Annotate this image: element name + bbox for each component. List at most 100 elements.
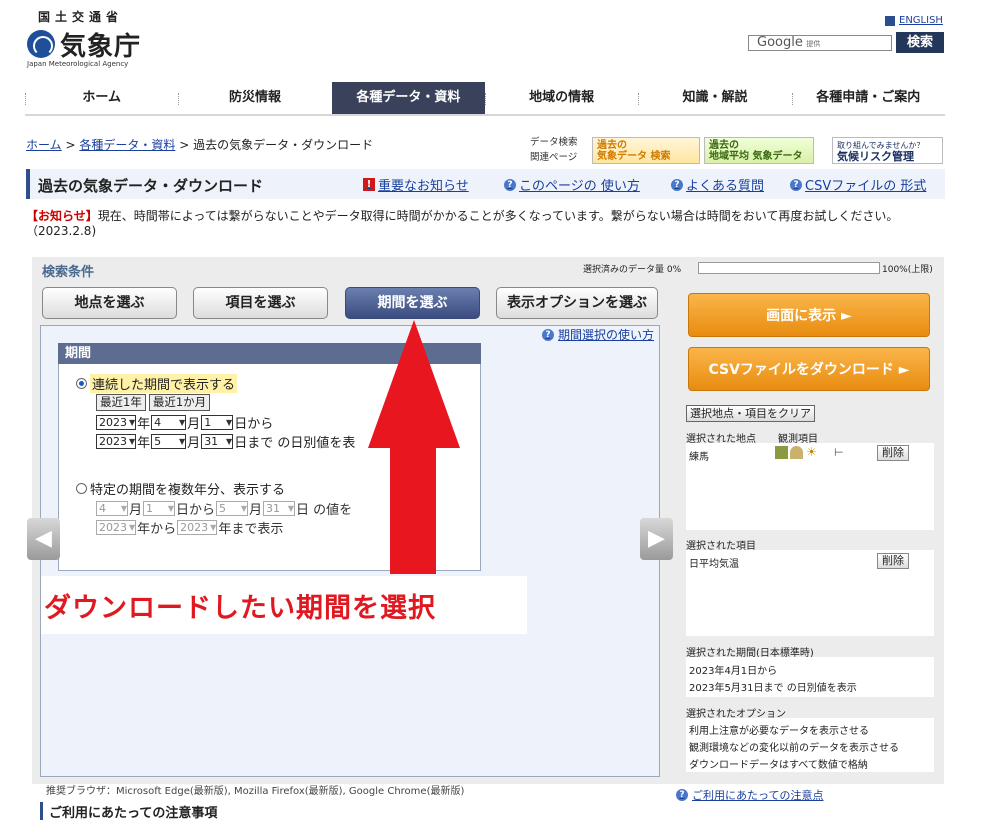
multi-from-day-select[interactable]: 1 ▼	[143, 501, 176, 516]
faq-link[interactable]: ? よくある質問	[671, 175, 764, 194]
terms-link[interactable]: ? ご利用にあたっての注意点	[676, 787, 823, 803]
from-day-select[interactable]: 1 ▼	[201, 415, 234, 430]
question-icon: ?	[504, 178, 516, 191]
data-qty-max: 100%(上限)	[882, 265, 933, 275]
chevron-down-icon: ▼	[179, 437, 186, 446]
data-qty-bar	[698, 262, 880, 274]
chevron-down-icon: ▼	[240, 504, 248, 513]
delete-station-button[interactable]: 削除	[877, 445, 909, 461]
clear-selection-button[interactable]: 選択地点・項目をクリア	[686, 405, 815, 422]
recommended-browsers: 推奨ブラウザ：Microsoft Edge(最新版), Mozilla Fire…	[46, 786, 465, 797]
radio-continuous[interactable]	[76, 378, 87, 389]
radio-multi-year[interactable]	[76, 483, 87, 494]
nav-item-knowledge[interactable]: 知識・解説	[638, 82, 791, 114]
breadcrumb-data[interactable]: 各種データ・資料	[79, 138, 175, 152]
notice: 【お知らせ】現在、時間帯によっては繋がらないことやデータ取得に時間がかかることが…	[26, 209, 956, 239]
tab-select-item[interactable]: 項目を選ぶ	[193, 287, 328, 319]
obs-item-icons: ☀ ⊢	[775, 446, 847, 459]
google-brand: Google	[757, 35, 803, 50]
notice-text: 現在、時間帯によっては繋がらないことやデータ取得に時間がかかることが多くなってい…	[97, 209, 899, 223]
english-link[interactable]: ENGLISH	[885, 15, 943, 26]
question-icon: ?	[790, 178, 802, 191]
chevron-down-icon: ▼	[210, 523, 217, 532]
selected-period-line1: 2023年4月1日から	[689, 666, 778, 677]
multi-year-years-row: 2023 ▼ 年から 2023 ▼ 年まで表示	[96, 518, 283, 537]
multi-to-year-select[interactable]: 2023 ▼	[177, 520, 218, 535]
delete-item-button[interactable]: 削除	[877, 553, 909, 569]
agency-name-en: Japan Meteorological Agency	[27, 60, 129, 68]
regional-average-search-banner[interactable]: 過去の 地域平均 気象データ	[704, 137, 814, 164]
selected-period-line2: 2023年5月31日まで の日別値を表示	[689, 683, 857, 694]
english-label: ENGLISH	[899, 15, 943, 26]
to-year-select[interactable]: 2023 ▼	[96, 434, 137, 449]
important-notice-link[interactable]: ! 重要なお知らせ	[363, 175, 469, 194]
nav-item-region[interactable]: 地域の情報	[484, 82, 638, 114]
exclamation-icon: !	[363, 178, 375, 191]
selected-station: 練馬	[689, 452, 709, 463]
nav-item-disaster[interactable]: 防災情報	[178, 82, 331, 114]
multi-from-year-select[interactable]: 2023 ▼	[96, 520, 137, 535]
chevron-down-icon: ▼	[226, 418, 233, 427]
option-item: 観測環境などの変化以前のデータを表示させる	[689, 743, 899, 754]
sun-icon: ☀	[806, 445, 817, 459]
question-icon: ?	[671, 178, 683, 191]
tab-select-period[interactable]: 期間を選ぶ	[345, 287, 480, 319]
csv-format-link[interactable]: ? CSVファイルの 形式	[790, 175, 926, 194]
site-search-input[interactable]: Google 提供	[748, 35, 892, 51]
annotation-arrow-icon	[368, 320, 460, 574]
last-year-button[interactable]: 最近1年	[96, 394, 146, 411]
chevron-down-icon: ▼	[129, 418, 136, 427]
question-icon: ?	[676, 789, 688, 801]
option-item: 利用上注意が必要なデータを表示させる	[689, 726, 869, 737]
to-day-select[interactable]: 31 ▼	[201, 434, 234, 449]
search-conditions-label: 検索条件	[42, 265, 95, 280]
data-qty-label: 選択済みのデータ量 0%	[583, 265, 682, 275]
to-month-select[interactable]: 5 ▼	[151, 434, 187, 449]
notice-date: （2023.2.8)	[26, 224, 97, 238]
period-to-row: 2023 ▼ 年 5 ▼ 月 31 ▼ 日まで の日別値を表	[96, 432, 355, 451]
from-month-select[interactable]: 4 ▼	[151, 415, 187, 430]
prev-step-button[interactable]: ◀	[27, 518, 60, 560]
notice-tag: 【お知らせ】	[26, 209, 98, 223]
google-provided: 提供	[806, 40, 821, 48]
page-title: 過去の気象データ・ダウンロード	[38, 177, 264, 195]
next-step-button[interactable]: ▶	[640, 518, 673, 560]
tab-select-options[interactable]: 表示オプションを選ぶ	[496, 287, 658, 319]
from-year-select[interactable]: 2023 ▼	[96, 415, 137, 430]
chevron-down-icon: ▼	[167, 504, 175, 513]
umbrella-icon	[790, 446, 803, 459]
nav-item-application[interactable]: 各種申請・ご案内	[791, 82, 945, 114]
download-csv-button[interactable]: CSVファイルをダウンロード ►	[688, 347, 930, 391]
ministry-name: 国土交通省	[38, 10, 124, 24]
english-icon	[885, 15, 895, 26]
chevron-down-icon: ▼	[120, 504, 127, 513]
related-pages-label: データ検索 関連ページ	[530, 137, 578, 163]
page-usage-link[interactable]: ? このページの 使い方	[504, 175, 640, 194]
breadcrumb-home[interactable]: ホーム	[26, 138, 62, 152]
breadcrumb: ホーム > 各種データ・資料 > 過去の気象データ・ダウンロード	[26, 138, 374, 152]
period-usage-link[interactable]: ? 期間選択の使い方	[542, 326, 654, 343]
quick-buttons: 最近1年 最近1か月	[96, 394, 211, 411]
caution-heading: ご利用にあたっての注意事項	[40, 802, 217, 820]
breadcrumb-current: 過去の気象データ・ダウンロード	[193, 138, 374, 152]
multi-year-days-row: 4 ▼ 月 1 ▼ 日から 5 ▼ 月 31 ▼ 日 の値を	[96, 499, 352, 518]
continuous-period-option[interactable]: 連続した期間で表示する	[76, 374, 238, 393]
question-icon: ?	[542, 328, 554, 341]
nav-item-data[interactable]: 各種データ・資料	[331, 82, 485, 114]
selected-item: 日平均気温	[689, 559, 739, 570]
nav-item-home[interactable]: ホーム	[25, 82, 178, 114]
display-on-screen-button[interactable]: 画面に表示 ►	[688, 293, 930, 337]
past-weather-search-banner[interactable]: 過去の 気象データ 検索	[592, 137, 700, 164]
chevron-down-icon: ▼	[129, 437, 136, 446]
jma-logo-icon[interactable]	[27, 30, 55, 58]
last-month-button[interactable]: 最近1か月	[148, 394, 211, 411]
multi-from-month-select[interactable]: 4 ▼	[96, 501, 128, 516]
multi-to-day-select[interactable]: 31 ▼	[263, 501, 296, 516]
multi-year-option[interactable]: 特定の期間を複数年分、表示する	[76, 479, 285, 498]
search-button[interactable]: 検索	[896, 32, 944, 53]
annotation-text: ダウンロードしたい期間を選択	[44, 593, 436, 624]
climate-risk-banner[interactable]: 取り組んでみませんか？ 気候リスク管理	[832, 137, 943, 164]
tab-select-station[interactable]: 地点を選ぶ	[42, 287, 177, 319]
agency-name[interactable]: 気象庁	[60, 26, 141, 63]
multi-to-month-select[interactable]: 5 ▼	[216, 501, 249, 516]
